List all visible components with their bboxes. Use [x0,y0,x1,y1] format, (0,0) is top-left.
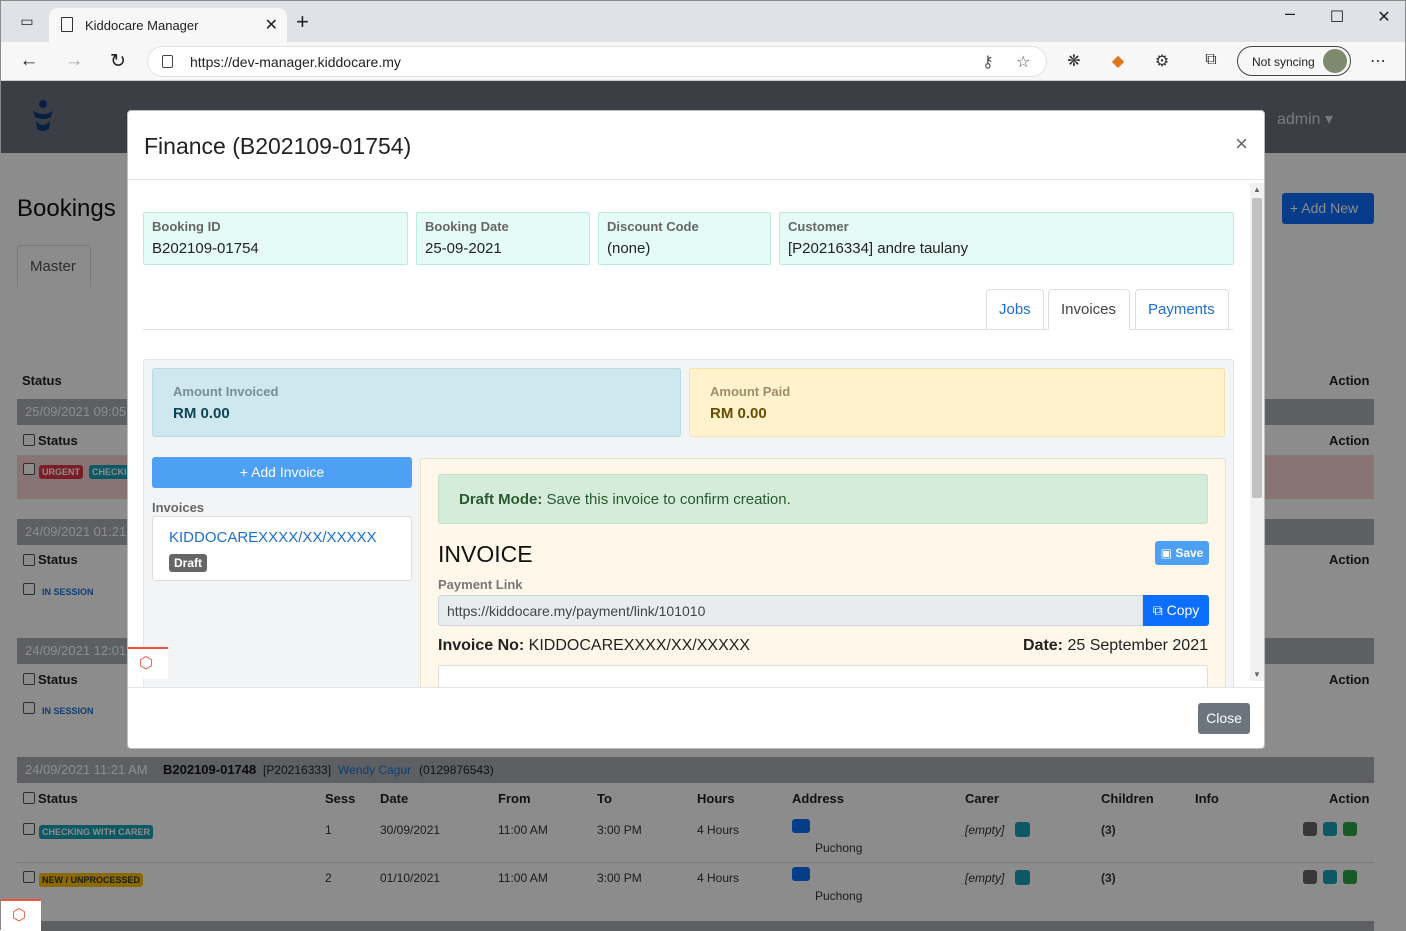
close-tab-icon[interactable]: ✕ [265,15,278,35]
modal-title: Finance (B202109-01754) [144,133,412,159]
finance-modal: Finance (B202109-01754) × Booking ID B20… [127,110,1265,749]
tab-invoices[interactable]: Invoices [1048,289,1130,330]
forward-icon[interactable]: → [62,50,86,72]
info-discount-code: Discount Code (none) [598,212,771,265]
extension-icon[interactable]: ❋ [1062,51,1086,71]
copy-button[interactable]: ⧉ Copy [1143,595,1209,626]
payment-link-input[interactable]: https://kiddocare.my/payment/link/101010 [438,595,1143,626]
new-tab-icon[interactable]: + [296,9,309,35]
info-label: Discount Code [607,219,699,234]
tab-jobs[interactable]: Jobs [986,289,1044,330]
invoice-no-value: KIDDOCAREXXXX/XX/XXXXX [524,637,751,654]
back-icon[interactable]: ← [17,50,41,72]
invoice-number: Invoice No: KIDDOCAREXXXX/XX/XXXXX [438,637,750,655]
amount-invoiced-label: Amount Invoiced [173,384,279,399]
info-booking-date: Booking Date 25-09-2021 [416,212,590,265]
sync-label: Not syncing [1252,55,1315,69]
invoice-no-label: Invoice No: [438,637,525,654]
save-button[interactable]: ▣ Save [1155,541,1209,565]
url-text: https://dev-manager.kiddocare.my [190,54,401,70]
info-booking-id: Booking ID B202109-01754 [143,212,408,265]
amount-paid-label: Amount Paid [710,384,791,399]
invoice-list: KIDDOCAREXXXX/XX/XXXXX Draft [152,516,412,581]
metamask-icon[interactable]: ◆ [1106,51,1130,71]
extensions-icon[interactable]: ⚙ [1150,51,1174,71]
page-icon [61,17,73,32]
invoice-link[interactable]: KIDDOCAREXXXX/XX/XXXXX [169,529,377,546]
info-value: (none) [607,240,651,257]
invoice-heading: INVOICE [438,541,533,567]
browser-window: ▭ Kiddocare Manager ✕ + – ☐ ✕ ← → ↻ http… [0,0,1406,931]
invoice-items-box [438,665,1208,687]
modal-body: Booking ID B202109-01754 Booking Date 25… [128,180,1266,687]
draft-alert: Draft Mode: Save this invoice to confirm… [438,474,1208,524]
add-invoice-label: Add Invoice [251,464,325,480]
scroll-up-icon[interactable]: ▲ [1253,185,1261,194]
amount-paid-value: RM 0.00 [710,405,767,422]
maximize-icon[interactable]: ☐ [1322,7,1352,27]
tab-title: Kiddocare Manager [85,18,199,33]
scroll-down-icon[interactable]: ▼ [1253,670,1261,679]
modal-scrollbar[interactable]: ▲ ▼ [1250,183,1264,681]
browser-tab[interactable]: Kiddocare Manager ✕ [49,8,287,42]
more-icon[interactable]: ⋯ [1366,51,1390,71]
draft-badge: Draft [169,554,208,572]
laravel-debug-icon[interactable]: ⬡ [1,899,41,931]
close-button[interactable]: Close [1198,703,1250,734]
scroll-thumb[interactable] [1252,198,1262,498]
info-value: 25-09-2021 [425,240,502,257]
minimize-icon[interactable]: – [1275,3,1305,24]
amount-invoiced-value: RM 0.00 [173,405,230,422]
invoice-card: Draft Mode: Save this invoice to confirm… [420,458,1226,687]
close-window-icon[interactable]: ✕ [1369,7,1399,27]
info-label: Booking Date [425,219,509,234]
invoice-date-value: 25 September 2021 [1063,637,1208,654]
avatar [1323,49,1347,73]
add-invoice-button[interactable]: + Add Invoice [152,457,412,488]
tab-actions-icon[interactable]: ▭ [15,9,39,33]
collections-icon[interactable]: ⧉ [1199,51,1223,69]
sync-button[interactable]: Not syncing [1237,46,1351,76]
address-bar: ← → ↻ https://dev-manager.kiddocare.my ⚷… [1,42,1405,81]
tab-strip: ▭ Kiddocare Manager ✕ + – ☐ ✕ [1,1,1405,42]
invoices-label: Invoices [152,500,205,515]
invoice-date-label: Date: [1022,637,1063,654]
favorite-icon[interactable]: ☆ [1016,52,1030,72]
amount-paid-card: Amount Paid RM 0.00 [689,368,1225,437]
payment-link-label: Payment Link [438,577,523,592]
refresh-icon[interactable]: ↻ [106,50,130,73]
info-label: Customer [788,219,849,234]
amount-invoiced-card: Amount Invoiced RM 0.00 [152,368,681,437]
laravel-debug-icon[interactable]: ⬡ [128,647,168,679]
invoice-date: Date: 25 September 2021 [1023,637,1208,655]
lock-icon[interactable] [162,55,173,68]
draft-text: Save this invoice to confirm creation. [542,491,791,508]
key-icon[interactable]: ⚷ [982,52,994,72]
info-label: Booking ID [152,219,221,234]
tab-payments[interactable]: Payments [1135,289,1229,330]
divider [128,687,1264,688]
url-field[interactable]: https://dev-manager.kiddocare.my ⚷ ☆ [147,46,1047,77]
draft-strong: Draft Mode: [459,491,543,508]
info-value: B202109-01754 [152,240,259,257]
invoices-panel: Amount Invoiced RM 0.00 Amount Paid RM 0… [143,359,1234,687]
close-icon[interactable]: × [1235,131,1248,157]
save-label: Save [1175,546,1204,560]
info-customer: Customer [P20216334] andre taulany [779,212,1234,265]
copy-label: Copy [1166,602,1200,618]
info-value: [P20216334] andre taulany [788,240,969,257]
